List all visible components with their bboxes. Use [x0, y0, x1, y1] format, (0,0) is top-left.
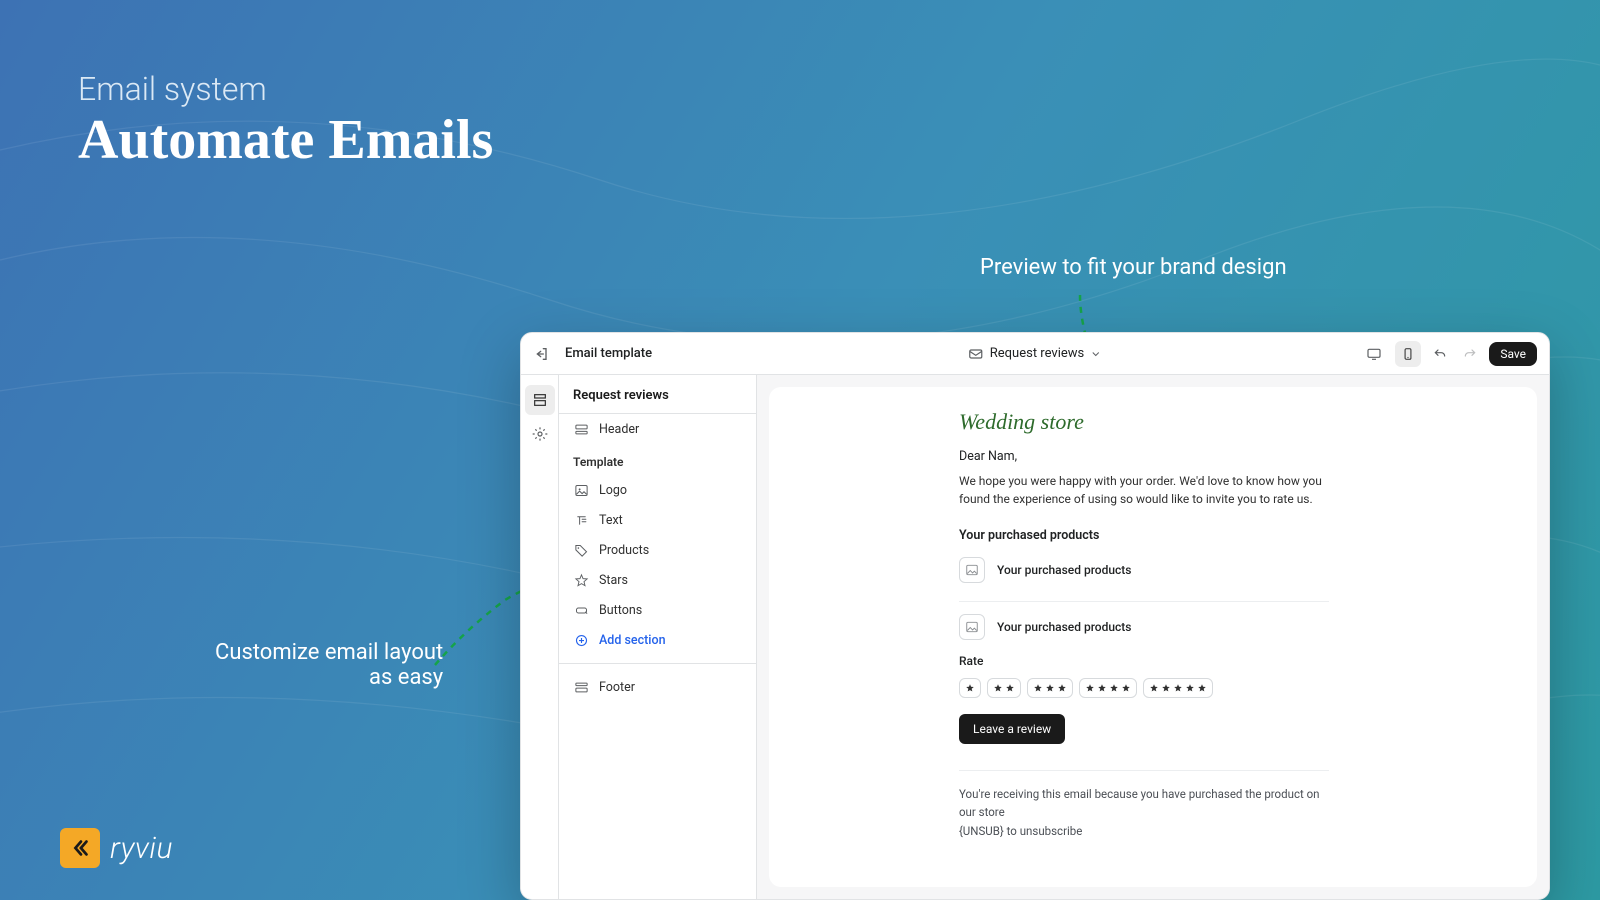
- chevrons-icon: [69, 837, 91, 859]
- rate-3[interactable]: [1027, 678, 1073, 698]
- editor-topbar: Email template Request reviews Save: [521, 333, 1549, 375]
- exit-icon[interactable]: [533, 345, 551, 363]
- image-icon: [573, 482, 589, 498]
- sections-tab[interactable]: [525, 385, 555, 415]
- brand-name: ryviu: [110, 831, 173, 866]
- rate-label: Rate: [959, 654, 1329, 668]
- mobile-view[interactable]: [1395, 341, 1421, 367]
- product-row: Your purchased products: [959, 610, 1329, 644]
- settings-tab[interactable]: [525, 419, 555, 449]
- annotation-right: Preview to fit your brand design: [980, 255, 1287, 280]
- panel-row-label: Footer: [599, 680, 635, 695]
- panel-row-products[interactable]: Products: [559, 535, 756, 565]
- template-section-label: Template: [559, 444, 756, 475]
- rate-1[interactable]: [959, 678, 981, 698]
- panel-row-stars[interactable]: Stars: [559, 565, 756, 595]
- rate-2[interactable]: [987, 678, 1021, 698]
- panel-heading: Request reviews: [559, 375, 756, 413]
- product-label: Your purchased products: [997, 620, 1131, 634]
- chevron-down-icon: [1090, 348, 1102, 360]
- panel-row-label: Stars: [599, 573, 628, 588]
- panel-row-header[interactable]: Header: [559, 414, 756, 444]
- star-icon: [573, 572, 589, 588]
- panel-row-label: Buttons: [599, 603, 642, 618]
- brand-logo: ryviu: [60, 828, 173, 868]
- rate-5[interactable]: [1143, 678, 1213, 698]
- email-greeting: Dear Nam,: [959, 449, 1329, 464]
- left-rail: [521, 375, 559, 899]
- panel-row-logo[interactable]: Logo: [559, 475, 756, 505]
- save-button[interactable]: Save: [1489, 342, 1537, 366]
- add-section[interactable]: Add section: [559, 625, 756, 655]
- preview-canvas: Wedding store Dear Nam, We hope you were…: [757, 375, 1549, 899]
- email-footer-1: You're receiving this email because you …: [959, 785, 1329, 822]
- purchased-title: Your purchased products: [959, 528, 1329, 543]
- panel-row-text[interactable]: Text: [559, 505, 756, 535]
- panel-row-label: Products: [599, 543, 649, 558]
- product-thumb: [959, 614, 985, 640]
- rate-groups: [959, 678, 1329, 698]
- footer-icon: [573, 679, 589, 695]
- hero-eyebrow: Email system: [78, 70, 267, 108]
- panel-row-label: Logo: [599, 483, 627, 498]
- email-body: We hope you were happy with your order. …: [959, 472, 1329, 508]
- panel-row-buttons[interactable]: Buttons: [559, 595, 756, 625]
- product-row: Your purchased products: [959, 553, 1329, 602]
- redo-button[interactable]: [1459, 343, 1481, 365]
- rate-4[interactable]: [1079, 678, 1137, 698]
- desktop-view[interactable]: [1361, 341, 1387, 367]
- hero-title: Automate Emails: [78, 108, 493, 172]
- panel-row-label: Text: [599, 513, 623, 528]
- panel-row-footer[interactable]: Footer: [559, 672, 756, 702]
- product-thumb: [959, 557, 985, 583]
- panel-row-label: Header: [599, 422, 639, 437]
- plus-circle-icon: [573, 632, 589, 648]
- envelope-icon: [968, 346, 984, 362]
- brand-badge: [60, 828, 100, 868]
- email-preview: Wedding store Dear Nam, We hope you were…: [769, 387, 1537, 887]
- leave-review-button[interactable]: Leave a review: [959, 714, 1065, 744]
- undo-button[interactable]: [1429, 343, 1451, 365]
- email-brand: Wedding store: [959, 409, 1329, 435]
- side-panel: Request reviews Header Template Logo Tex…: [559, 375, 757, 899]
- topbar-title: Email template: [565, 346, 652, 361]
- editor-window: Email template Request reviews Save Requ…: [520, 332, 1550, 900]
- header-icon: [573, 421, 589, 437]
- annotation-left-line1: Customize email layout: [215, 640, 443, 665]
- text-icon: [573, 512, 589, 528]
- annotation-left-line2: as easy: [215, 665, 443, 690]
- annotation-left: Customize email layout as easy: [215, 640, 443, 690]
- template-dropdown[interactable]: Request reviews: [968, 346, 1102, 362]
- tag-icon: [573, 542, 589, 558]
- button-icon: [573, 602, 589, 618]
- dropdown-label: Request reviews: [990, 346, 1084, 361]
- add-section-label: Add section: [599, 633, 666, 648]
- email-footer-2: {UNSUB} to unsubscribe: [959, 822, 1329, 840]
- product-label: Your purchased products: [997, 563, 1131, 577]
